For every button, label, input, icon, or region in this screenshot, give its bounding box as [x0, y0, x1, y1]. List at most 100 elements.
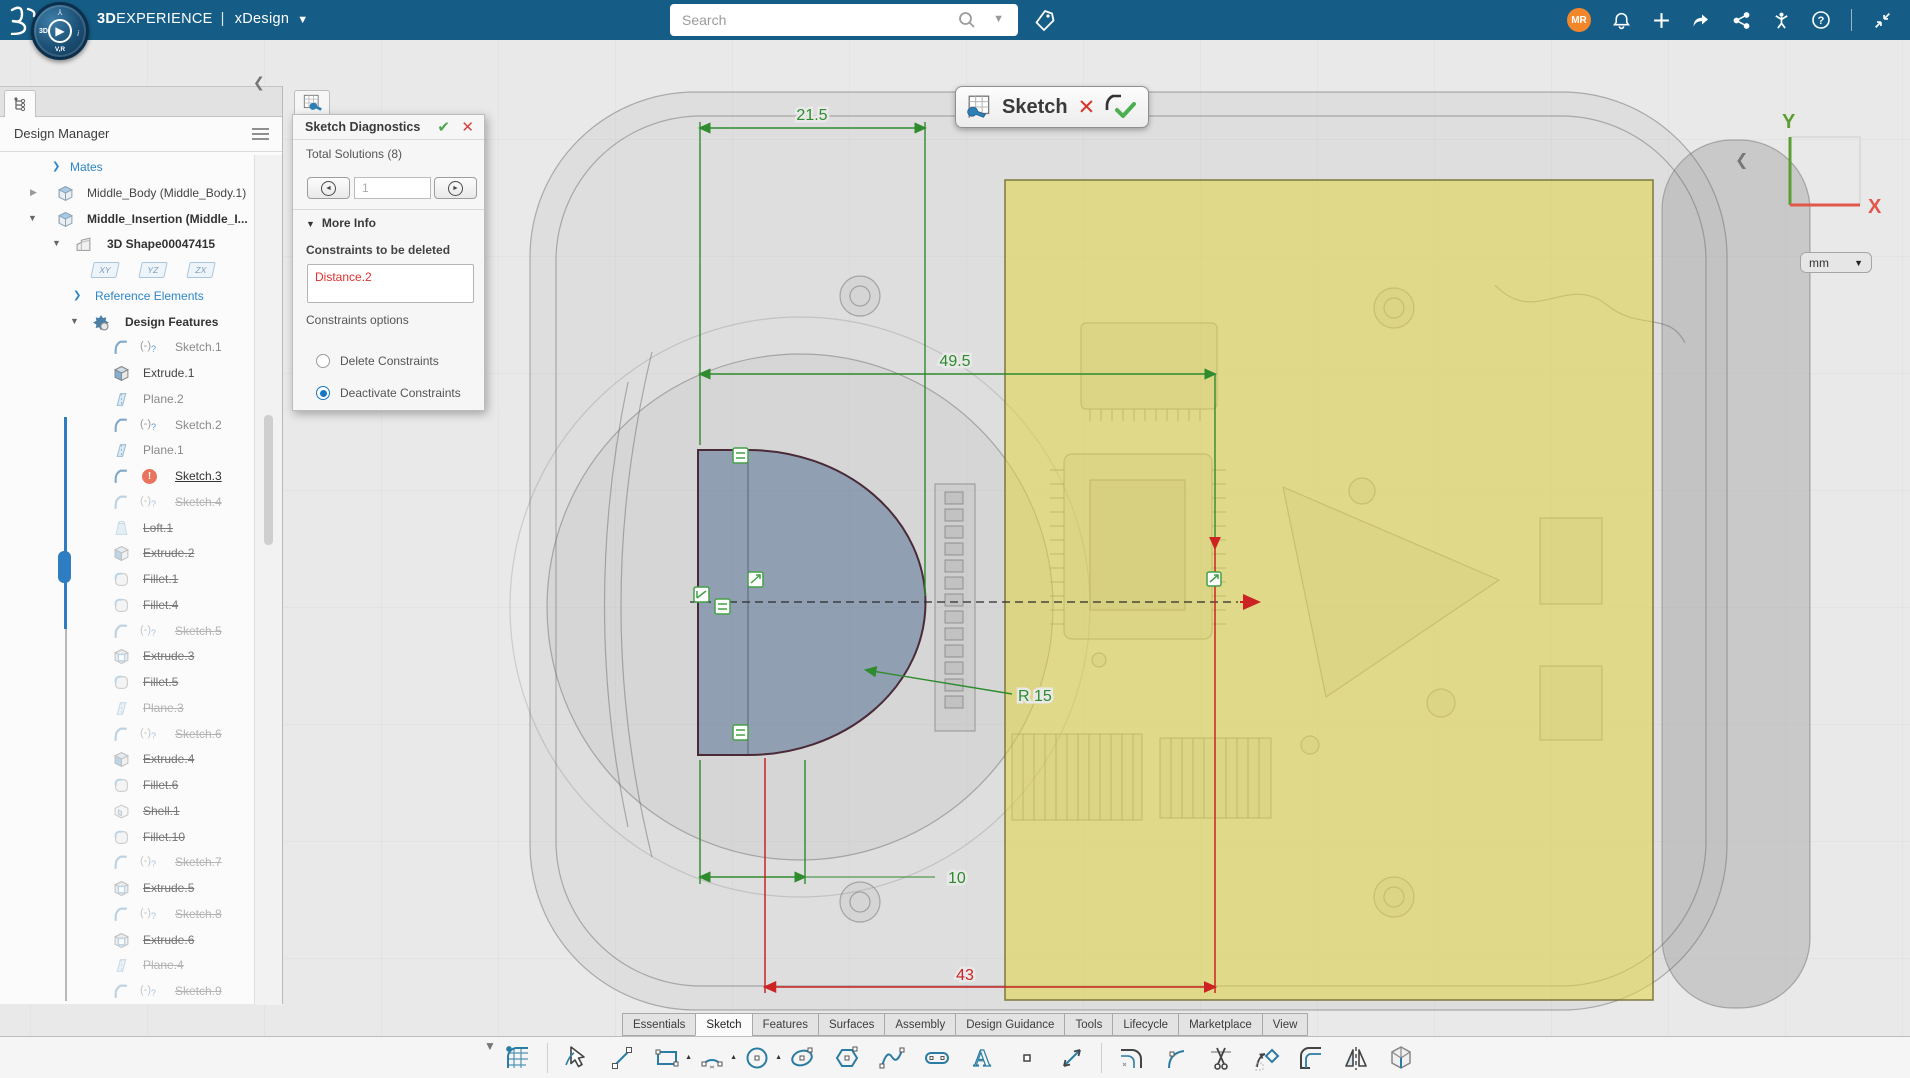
constraints-listbox[interactable]: Distance.2 — [307, 264, 474, 303]
tree-item-sketch-3[interactable]: !Sketch.3 — [0, 464, 254, 490]
line-tool[interactable] — [606, 1042, 638, 1074]
tree-item-extrude-4[interactable]: Extrude.4 — [0, 747, 254, 773]
tree-item-sketch-1[interactable]: (-)?Sketch.1 — [0, 335, 254, 361]
tree-item-3d-shape00047415[interactable]: ▼3D Shape00047415 — [0, 232, 254, 258]
fillet-tool[interactable] — [1115, 1042, 1147, 1074]
tab-features[interactable]: Features — [752, 1013, 818, 1036]
plane-zx-icon[interactable]: ZX — [186, 262, 215, 278]
tree-item-sketch-5[interactable]: (-)?Sketch.5 — [0, 619, 254, 645]
tree-item-sketch-6[interactable]: (-)?Sketch.6 — [0, 722, 254, 748]
radio-checked-icon[interactable] — [316, 386, 330, 400]
rectangle-tool[interactable]: ▲ — [651, 1042, 683, 1074]
tab-tools[interactable]: Tools — [1064, 1013, 1112, 1036]
rollback-bar[interactable] — [64, 417, 67, 629]
tree-item-fillet-5[interactable]: Fillet.5 — [0, 670, 254, 696]
tree-item-fillet-1[interactable]: Fillet.1 — [0, 567, 254, 593]
tree-row-planes[interactable]: XYYZZX — [0, 258, 254, 284]
plane-xy-icon[interactable]: XY — [90, 262, 119, 278]
tab-marketplace[interactable]: Marketplace — [1178, 1013, 1262, 1036]
expander-icon[interactable]: ▼ — [28, 213, 37, 223]
tool-dropdown-icon[interactable]: ▲ — [685, 1054, 692, 1061]
tree-item-plane-1[interactable]: Plane.1 — [0, 438, 254, 464]
tree-item-plane-4[interactable]: Plane.4 — [0, 953, 254, 979]
dialog-confirm-icon[interactable]: ✔ — [437, 118, 450, 136]
tree-item-extrude-5[interactable]: Extrude.5 — [0, 876, 254, 902]
search-chevron-down-icon[interactable]: ▼ — [993, 13, 1004, 25]
forward-icon[interactable] — [1691, 10, 1711, 30]
tree-item-mates[interactable]: ❯Mates — [0, 155, 254, 181]
slot-tool[interactable] — [921, 1042, 953, 1074]
share-icon[interactable] — [1731, 10, 1751, 30]
project-tool[interactable] — [1250, 1042, 1282, 1074]
spline-tool[interactable] — [876, 1042, 908, 1074]
tab-surfaces[interactable]: Surfaces — [818, 1013, 884, 1036]
tool-dropdown-icon[interactable]: ▲ — [730, 1054, 737, 1061]
sketch-cancel-icon[interactable]: ✕ — [1078, 97, 1096, 118]
dimension-tool[interactable] — [1056, 1042, 1088, 1074]
offset-tool[interactable] — [1295, 1042, 1327, 1074]
expander-icon[interactable]: ❯ — [73, 290, 81, 301]
compass-3d-label[interactable]: 3D — [39, 28, 48, 35]
panel-collapse-chevron-icon[interactable]: ❮ — [253, 74, 265, 91]
user-avatar[interactable]: MR — [1567, 8, 1591, 32]
compass-vr-label[interactable]: V,R — [55, 46, 65, 53]
viewport-3d-scene[interactable]: 21.5 49.5 R 15 10 43 Y X — [0, 0, 1910, 1036]
previous-solution-button[interactable]: ◄ — [307, 177, 350, 199]
expander-icon[interactable]: ▼ — [52, 238, 61, 248]
3dexperience-compass[interactable]: ⅄ 3D i ▶ V,R — [31, 2, 89, 60]
search-icon[interactable] — [958, 11, 976, 29]
next-solution-button[interactable]: ► — [434, 177, 477, 199]
more-info-toggle[interactable]: ▼More Info — [306, 216, 376, 230]
tree-item-extrude-1[interactable]: Extrude.1 — [0, 361, 254, 387]
tree-item-reference-elements[interactable]: ❯Reference Elements — [0, 284, 254, 310]
tree-item-middle-insertion-middle-i[interactable]: ▼Middle_Insertion (Middle_I... — [0, 207, 254, 233]
deactivate-constraints-option[interactable]: Deactivate Constraints — [316, 385, 461, 401]
tree-item-middle-body-middle-body-1[interactable]: ▶Middle_Body (Middle_Body.1) — [0, 181, 254, 207]
tab-lifecycle[interactable]: Lifecycle — [1112, 1013, 1178, 1036]
compass-play-icon[interactable]: ▶ — [48, 19, 72, 43]
rollback-handle[interactable] — [58, 551, 71, 583]
tree-item-design-features[interactable]: ▼Design Features — [0, 310, 254, 336]
point-tool[interactable] — [1011, 1042, 1043, 1074]
mirror-tool[interactable] — [1340, 1042, 1372, 1074]
selected-face-highlight[interactable] — [1005, 180, 1653, 1000]
tree-item-loft-1[interactable]: Loft.1 — [0, 516, 254, 542]
constraint-list-item[interactable]: Distance.2 — [315, 270, 372, 284]
tab-view[interactable]: View — [1262, 1013, 1309, 1036]
polygon-tool[interactable] — [831, 1042, 863, 1074]
delete-constraints-option[interactable]: Delete Constraints — [316, 353, 439, 369]
solution-number-input[interactable] — [354, 177, 431, 199]
minimize-icon[interactable] — [1872, 10, 1892, 30]
help-icon[interactable]: ? — [1811, 10, 1831, 30]
app-chevron-down-icon[interactable]: ▼ — [297, 14, 308, 26]
tree-item-extrude-3[interactable]: Extrude.3 — [0, 644, 254, 670]
compass-north-icon[interactable]: ⅄ — [58, 8, 63, 17]
tree-item-fillet-6[interactable]: Fillet.6 — [0, 773, 254, 799]
circle-tool[interactable]: ▲ — [741, 1042, 773, 1074]
tree-item-fillet-4[interactable]: Fillet.4 — [0, 593, 254, 619]
expander-icon[interactable]: ❯ — [52, 161, 60, 172]
tree-item-sketch-7[interactable]: (-)?Sketch.7 — [0, 850, 254, 876]
tree-item-plane-3[interactable]: Plane.3 — [0, 696, 254, 722]
sketch-diagnostics-dialog-tab[interactable] — [294, 90, 330, 115]
tab-assembly[interactable]: Assembly — [884, 1013, 955, 1036]
design-manager-tab[interactable] — [4, 90, 36, 117]
tree-item-sketch-2[interactable]: (-)?Sketch.2 — [0, 413, 254, 439]
tool-dropdown-icon[interactable]: ▲ — [775, 1054, 782, 1061]
tree-item-sketch-4[interactable]: (-)?Sketch.4 — [0, 490, 254, 516]
tree-item-extrude-6[interactable]: Extrude.6 — [0, 928, 254, 954]
expander-icon[interactable]: ▶ — [30, 187, 37, 198]
tree-item-fillet-10[interactable]: Fillet.10 — [0, 825, 254, 851]
convert-to-3d-tool[interactable] — [1385, 1042, 1417, 1074]
select-tool[interactable] — [561, 1042, 593, 1074]
tree-item-shell-1[interactable]: Shell.1 — [0, 799, 254, 825]
app-name[interactable]: xDesign — [235, 11, 290, 27]
search-box[interactable]: ▼ — [670, 4, 1018, 36]
tab-essentials[interactable]: Essentials — [622, 1013, 695, 1036]
tree-item-plane-2[interactable]: Plane.2 — [0, 387, 254, 413]
toolbar-collapse-chevron-icon[interactable]: ▼ — [484, 1039, 496, 1053]
plus-icon[interactable] — [1651, 10, 1671, 30]
bell-icon[interactable] — [1611, 10, 1631, 30]
dialog-close-icon[interactable]: ✕ — [461, 118, 474, 136]
extend-tool[interactable] — [1160, 1042, 1192, 1074]
